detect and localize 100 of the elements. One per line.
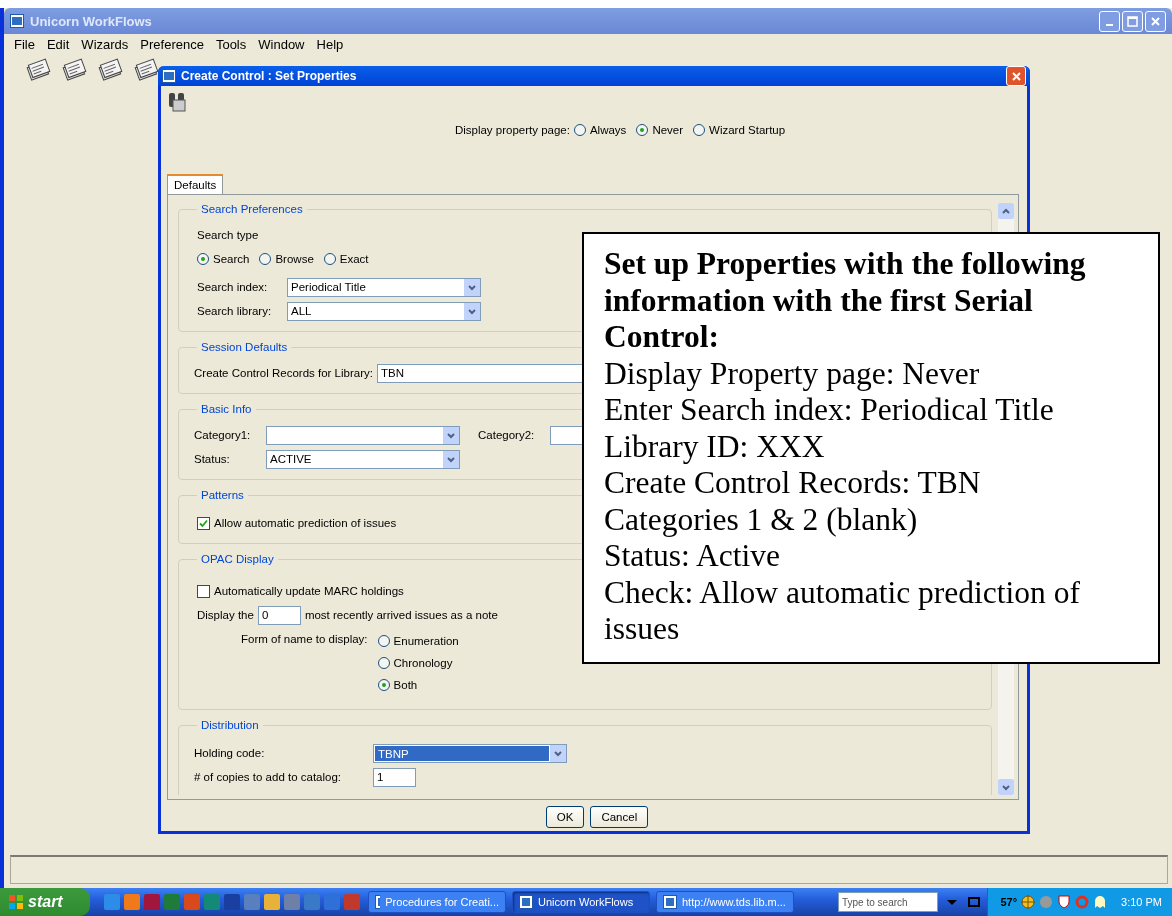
dropdown-field[interactable]: ALL	[287, 301, 481, 321]
menu-item[interactable]: File	[10, 36, 43, 52]
field-label: Display the	[197, 609, 254, 621]
taskbar-button[interactable]: Procedures for Creati...	[368, 891, 506, 913]
dialog-button[interactable]: Cancel	[590, 806, 649, 828]
group-title: Basic Info	[200, 403, 253, 415]
callout-heading: Set up Properties with the following information with the first Serial Control:	[604, 246, 1087, 356]
field-label: # of copies to add to catalog:	[194, 771, 343, 783]
number-field[interactable]: 0	[257, 605, 301, 625]
radio-button[interactable]	[323, 253, 336, 265]
radio-label: Search	[213, 253, 250, 265]
close-icon	[1010, 70, 1022, 82]
crosshair-icon[interactable]	[1021, 895, 1036, 909]
group-title: Distribution	[200, 719, 260, 731]
menu-item[interactable]: Tools	[211, 36, 255, 52]
instruction-line: Check: Allow automatic prediction of issues	[604, 574, 1081, 648]
temperature-text: 57°	[1000, 896, 1018, 908]
maximize-button[interactable]	[1122, 10, 1143, 32]
field-label: Search library:	[197, 305, 273, 317]
radio-label: Both	[393, 679, 418, 691]
windows-flag-icon	[8, 894, 24, 910]
binoculars-icon[interactable]	[167, 90, 187, 112]
group-title: OPAC Display	[200, 553, 275, 565]
radio-label: Exact	[339, 253, 369, 265]
chevron-down-icon	[446, 430, 456, 440]
chevron-down-icon	[467, 282, 477, 292]
app-logo-icon	[375, 895, 381, 909]
clock: 3:10 PM	[1121, 896, 1162, 908]
chevron-up-icon	[1001, 206, 1011, 216]
radio-button[interactable]	[259, 253, 272, 265]
minimize-button[interactable]	[1099, 10, 1120, 32]
radio-button[interactable]	[377, 679, 390, 691]
field-label: Create Control Records for Library:	[194, 367, 373, 379]
radio-label: Enumeration	[393, 635, 459, 647]
close-button[interactable]	[1145, 10, 1166, 32]
menu-item[interactable]: Help	[312, 36, 352, 52]
radio-button[interactable]	[573, 124, 586, 136]
checkmark-icon	[199, 518, 208, 528]
maximize-icon	[1127, 15, 1138, 27]
radio-button[interactable]	[693, 124, 706, 136]
dialog-title: Create Control : Set Properties	[181, 69, 357, 83]
chevron-down-icon	[1001, 782, 1011, 792]
window-icon[interactable]	[966, 894, 982, 910]
search-field[interactable]: Type to search	[838, 892, 938, 912]
instruction-line: Status: Active	[604, 538, 780, 575]
chevron-down-icon	[446, 454, 456, 464]
instruction-line: Create Control Records: TBN	[604, 465, 981, 502]
radio-label: Wizard Startup	[709, 124, 786, 136]
menu-item[interactable]: Preference	[136, 36, 212, 52]
radio-button[interactable]	[636, 124, 649, 136]
field-label: Search type	[197, 229, 259, 241]
app-logo-icon	[519, 895, 533, 909]
dialog-button[interactable]: OK	[545, 806, 585, 828]
checkbox[interactable]	[197, 516, 210, 530]
instruction-line: Library ID: XXX	[604, 428, 825, 465]
taskbar-button[interactable]: http://www.tds.lib.m...	[656, 891, 794, 913]
close-button[interactable]	[1006, 66, 1026, 86]
dropdown-field[interactable]	[266, 425, 460, 445]
checkbox[interactable]	[197, 584, 210, 598]
app-logo-icon	[162, 69, 176, 83]
radio-label: Never	[652, 124, 684, 136]
menu-item[interactable]: Window	[254, 36, 313, 52]
instruction-line: Enter Search index: Periodical Title	[604, 392, 1054, 429]
menu-item[interactable]: Edit	[42, 36, 78, 52]
field-label: Category1:	[194, 429, 252, 441]
group-title: Patterns	[200, 489, 245, 501]
tab[interactable]: Defaults	[167, 174, 224, 194]
field-label: Category2:	[478, 429, 536, 441]
radio-button[interactable]	[377, 657, 390, 669]
radio-button[interactable]	[377, 635, 390, 647]
dropdown-field[interactable]	[550, 425, 584, 445]
shield-icon[interactable]	[1057, 895, 1072, 909]
menu-item[interactable]: Wizards	[77, 36, 137, 52]
field-label: Status:	[194, 453, 231, 465]
checkbox-label: Automatically update MARC holdings	[214, 585, 404, 597]
minimize-icon	[1106, 24, 1113, 26]
radio-label: Always	[589, 124, 627, 136]
instruction-line: Categories 1 & 2 (blank)	[604, 501, 918, 538]
field-label: Holding code:	[194, 747, 266, 759]
group-title: Search Preferences	[200, 203, 304, 215]
app-logo-icon	[663, 895, 677, 909]
field-label: most recently arrived issues as a note	[304, 609, 498, 621]
dropdown-field[interactable]: TBNP	[373, 743, 567, 763]
start-button[interactable]: start	[0, 888, 90, 916]
number-field[interactable]: 1	[373, 767, 416, 787]
dropdown-field[interactable]: Periodical Title	[287, 277, 481, 297]
ghost-icon[interactable]	[1093, 895, 1108, 909]
field-label: Search index:	[197, 281, 269, 293]
radio-button[interactable]	[197, 253, 209, 265]
field-label: Form of name to display:	[241, 633, 368, 645]
radio-label: Chronology	[393, 657, 453, 669]
taskbar-button[interactable]: Unicorn WorkFlows	[512, 891, 650, 913]
field-label: Display property page:	[454, 124, 570, 136]
dropdown-field[interactable]: ACTIVE	[266, 449, 460, 469]
chevron-down-icon	[467, 306, 477, 316]
chevron-down-icon	[553, 748, 563, 758]
radio-label: Browse	[275, 253, 314, 265]
app-logo-icon	[10, 14, 24, 28]
window-title: Unicorn WorkFlows	[30, 13, 152, 29]
checkbox-label: Allow automatic prediction of issues	[214, 517, 397, 529]
